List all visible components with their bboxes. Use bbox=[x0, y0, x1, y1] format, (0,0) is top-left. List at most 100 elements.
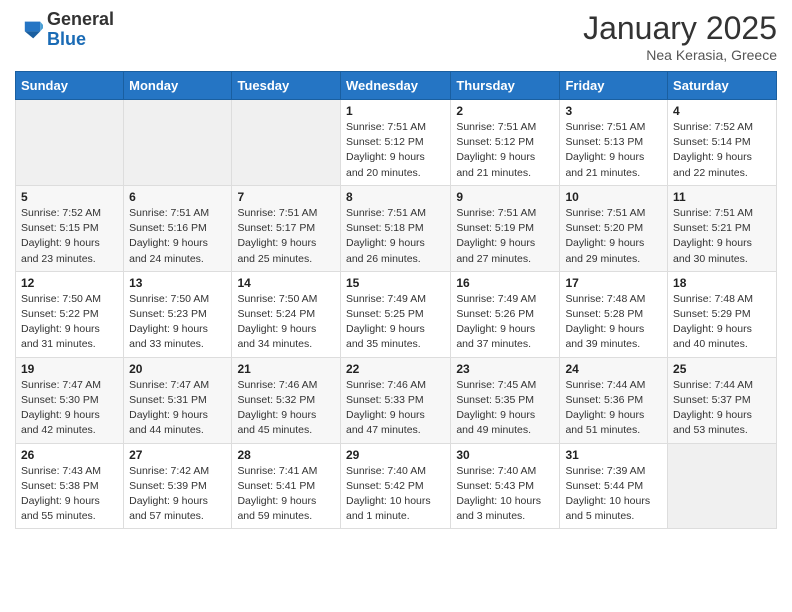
day-content: Sunrise: 7:52 AM Sunset: 5:15 PM Dayligh… bbox=[21, 206, 118, 267]
calendar-cell-empty bbox=[232, 100, 341, 186]
location: Nea Kerasia, Greece bbox=[583, 47, 777, 63]
day-number: 23 bbox=[456, 362, 554, 376]
day-header-saturday: Saturday bbox=[668, 72, 777, 100]
calendar-cell-day-10: 10 Sunrise: 7:51 AM Sunset: 5:20 PM Dayli… bbox=[560, 185, 668, 271]
calendar-week-row: 12Sunrise: 7:50 AM Sunset: 5:22 PM Dayli… bbox=[16, 271, 777, 357]
calendar-header-row: SundayMondayTuesdayWednesdayThursdayFrid… bbox=[16, 72, 777, 100]
day-content: Sunrise: 7:51 AM Sunset: 5:18 PM Dayligh… bbox=[346, 206, 445, 267]
day-number: 24 bbox=[565, 362, 662, 376]
day-content: Sunrise: 7:44 AM Sunset: 5:36 PM Dayligh… bbox=[565, 378, 662, 439]
calendar-cell-day-28: 28 Sunrise: 7:41 AM Sunset: 5:41 PM Dayli… bbox=[232, 443, 341, 529]
day-content: Sunrise: 7:47 AM Sunset: 5:30 PM Dayligh… bbox=[21, 378, 118, 439]
calendar-cell-day-21: 21Sunrise: 7:46 AM Sunset: 5:32 PM Dayli… bbox=[232, 357, 341, 443]
calendar-cell-day-8: 8Sunrise: 7:51 AM Sunset: 5:18 PM Daylig… bbox=[340, 185, 450, 271]
logo-blue-text: Blue bbox=[47, 30, 114, 50]
day-content: Sunrise: 7:40 AM Sunset: 5:42 PM Dayligh… bbox=[346, 464, 445, 525]
calendar-cell-day-14: 14Sunrise: 7:50 AM Sunset: 5:24 PM Dayli… bbox=[232, 271, 341, 357]
calendar-cell-day-30: 30 Sunrise: 7:40 AM Sunset: 5:43 PM Dayli… bbox=[451, 443, 560, 529]
calendar-cell-day-5: 5 Sunrise: 7:52 AM Sunset: 5:15 PM Daylig… bbox=[16, 185, 124, 271]
calendar-cell-day-6: 6 Sunrise: 7:51 AM Sunset: 5:16 PM Daylig… bbox=[124, 185, 232, 271]
day-number: 7 bbox=[237, 190, 335, 204]
day-content: Sunrise: 7:47 AM Sunset: 5:31 PM Dayligh… bbox=[129, 378, 226, 439]
day-content: Sunrise: 7:51 AM Sunset: 5:17 PM Dayligh… bbox=[237, 206, 335, 267]
day-number: 14 bbox=[237, 276, 335, 290]
calendar-cell-day-11: 11 Sunrise: 7:51 AM Sunset: 5:21 PM Dayli… bbox=[668, 185, 777, 271]
day-content: Sunrise: 7:41 AM Sunset: 5:41 PM Dayligh… bbox=[237, 464, 335, 525]
calendar-cell-day-13: 13 Sunrise: 7:50 AM Sunset: 5:23 PM Dayli… bbox=[124, 271, 232, 357]
day-number: 10 bbox=[565, 190, 662, 204]
calendar-week-row: 26 Sunrise: 7:43 AM Sunset: 5:38 PM Dayli… bbox=[16, 443, 777, 529]
day-number: 21 bbox=[237, 362, 335, 376]
calendar-cell-day-4: 4 Sunrise: 7:52 AM Sunset: 5:14 PM Daylig… bbox=[668, 100, 777, 186]
day-content: Sunrise: 7:51 AM Sunset: 5:19 PM Dayligh… bbox=[456, 206, 554, 267]
calendar-cell-day-23: 23 Sunrise: 7:45 AM Sunset: 5:35 PM Dayli… bbox=[451, 357, 560, 443]
day-header-tuesday: Tuesday bbox=[232, 72, 341, 100]
calendar-cell-day-1: 1 Sunrise: 7:51 AM Sunset: 5:12 PM Daylig… bbox=[340, 100, 450, 186]
day-number: 30 bbox=[456, 448, 554, 462]
day-content: Sunrise: 7:44 AM Sunset: 5:37 PM Dayligh… bbox=[673, 378, 771, 439]
day-content: Sunrise: 7:40 AM Sunset: 5:43 PM Dayligh… bbox=[456, 464, 554, 525]
calendar-week-row: 1 Sunrise: 7:51 AM Sunset: 5:12 PM Daylig… bbox=[16, 100, 777, 186]
day-number: 29 bbox=[346, 448, 445, 462]
day-number: 16 bbox=[456, 276, 554, 290]
day-number: 26 bbox=[21, 448, 118, 462]
day-number: 18 bbox=[673, 276, 771, 290]
calendar-cell-day-29: 29 Sunrise: 7:40 AM Sunset: 5:42 PM Dayli… bbox=[340, 443, 450, 529]
calendar-cell-day-31: 31 Sunrise: 7:39 AM Sunset: 5:44 PM Dayli… bbox=[560, 443, 668, 529]
day-number: 27 bbox=[129, 448, 226, 462]
day-content: Sunrise: 7:39 AM Sunset: 5:44 PM Dayligh… bbox=[565, 464, 662, 525]
day-number: 3 bbox=[565, 104, 662, 118]
day-number: 11 bbox=[673, 190, 771, 204]
day-number: 31 bbox=[565, 448, 662, 462]
day-header-monday: Monday bbox=[124, 72, 232, 100]
calendar-cell-day-17: 17Sunrise: 7:48 AM Sunset: 5:28 PM Dayli… bbox=[560, 271, 668, 357]
title-block: January 2025 Nea Kerasia, Greece bbox=[583, 10, 777, 63]
day-content: Sunrise: 7:51 AM Sunset: 5:16 PM Dayligh… bbox=[129, 206, 226, 267]
day-number: 5 bbox=[21, 190, 118, 204]
calendar-week-row: 19 Sunrise: 7:47 AM Sunset: 5:30 PM Dayli… bbox=[16, 357, 777, 443]
calendar-week-row: 5 Sunrise: 7:52 AM Sunset: 5:15 PM Daylig… bbox=[16, 185, 777, 271]
day-content: Sunrise: 7:51 AM Sunset: 5:13 PM Dayligh… bbox=[565, 120, 662, 181]
day-number: 15 bbox=[346, 276, 445, 290]
calendar-cell-day-12: 12Sunrise: 7:50 AM Sunset: 5:22 PM Dayli… bbox=[16, 271, 124, 357]
day-content: Sunrise: 7:52 AM Sunset: 5:14 PM Dayligh… bbox=[673, 120, 771, 181]
day-header-thursday: Thursday bbox=[451, 72, 560, 100]
calendar-cell-empty bbox=[124, 100, 232, 186]
day-number: 4 bbox=[673, 104, 771, 118]
day-number: 19 bbox=[21, 362, 118, 376]
day-number: 6 bbox=[129, 190, 226, 204]
day-content: Sunrise: 7:49 AM Sunset: 5:26 PM Dayligh… bbox=[456, 292, 554, 353]
day-number: 17 bbox=[565, 276, 662, 290]
day-content: Sunrise: 7:51 AM Sunset: 5:21 PM Dayligh… bbox=[673, 206, 771, 267]
day-number: 25 bbox=[673, 362, 771, 376]
calendar-cell-day-7: 7 Sunrise: 7:51 AM Sunset: 5:17 PM Daylig… bbox=[232, 185, 341, 271]
calendar-cell-day-19: 19 Sunrise: 7:47 AM Sunset: 5:30 PM Dayli… bbox=[16, 357, 124, 443]
day-number: 1 bbox=[346, 104, 445, 118]
day-number: 13 bbox=[129, 276, 226, 290]
day-content: Sunrise: 7:51 AM Sunset: 5:20 PM Dayligh… bbox=[565, 206, 662, 267]
day-header-sunday: Sunday bbox=[16, 72, 124, 100]
calendar-cell-day-27: 27Sunrise: 7:42 AM Sunset: 5:39 PM Dayli… bbox=[124, 443, 232, 529]
calendar-cell-day-24: 24 Sunrise: 7:44 AM Sunset: 5:36 PM Dayli… bbox=[560, 357, 668, 443]
logo-text: General Blue bbox=[47, 10, 114, 50]
month-title: January 2025 bbox=[583, 10, 777, 47]
day-number: 20 bbox=[129, 362, 226, 376]
calendar-cell-day-16: 16 Sunrise: 7:49 AM Sunset: 5:26 PM Dayli… bbox=[451, 271, 560, 357]
calendar-cell-day-3: 3 Sunrise: 7:51 AM Sunset: 5:13 PM Daylig… bbox=[560, 100, 668, 186]
day-content: Sunrise: 7:51 AM Sunset: 5:12 PM Dayligh… bbox=[346, 120, 445, 181]
logo: General Blue bbox=[15, 10, 114, 50]
calendar-cell-day-18: 18 Sunrise: 7:48 AM Sunset: 5:29 PM Dayli… bbox=[668, 271, 777, 357]
calendar-cell-day-26: 26 Sunrise: 7:43 AM Sunset: 5:38 PM Dayli… bbox=[16, 443, 124, 529]
day-content: Sunrise: 7:43 AM Sunset: 5:38 PM Dayligh… bbox=[21, 464, 118, 525]
page-header: General Blue January 2025 Nea Kerasia, G… bbox=[15, 10, 777, 63]
calendar-cell-day-22: 22Sunrise: 7:46 AM Sunset: 5:33 PM Dayli… bbox=[340, 357, 450, 443]
day-content: Sunrise: 7:51 AM Sunset: 5:12 PM Dayligh… bbox=[456, 120, 554, 181]
day-content: Sunrise: 7:50 AM Sunset: 5:23 PM Dayligh… bbox=[129, 292, 226, 353]
day-number: 28 bbox=[237, 448, 335, 462]
day-content: Sunrise: 7:45 AM Sunset: 5:35 PM Dayligh… bbox=[456, 378, 554, 439]
day-content: Sunrise: 7:48 AM Sunset: 5:29 PM Dayligh… bbox=[673, 292, 771, 353]
day-header-wednesday: Wednesday bbox=[340, 72, 450, 100]
day-number: 12 bbox=[21, 276, 118, 290]
calendar-cell-day-20: 20 Sunrise: 7:47 AM Sunset: 5:31 PM Dayli… bbox=[124, 357, 232, 443]
day-header-friday: Friday bbox=[560, 72, 668, 100]
